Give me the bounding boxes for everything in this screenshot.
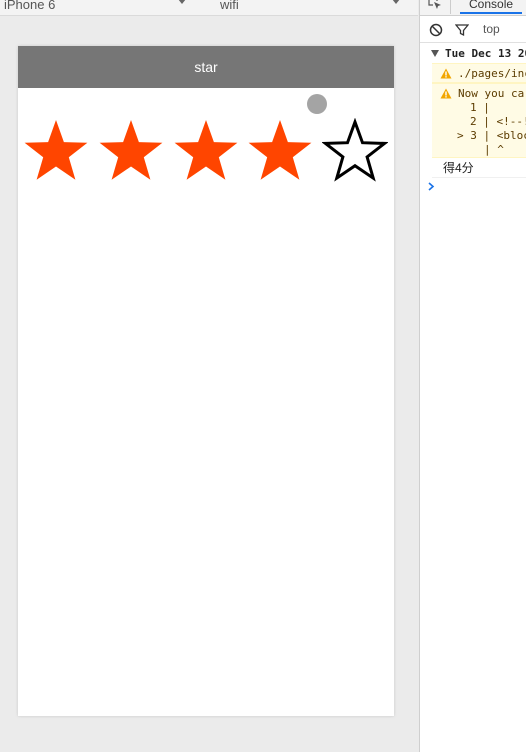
warning-message: Now you ca — [458, 87, 525, 100]
code-frame-line: > 3 | <bloc — [457, 129, 526, 142]
tabbar-divider — [450, 0, 451, 14]
console-filterbar: top — [420, 17, 526, 43]
chevron-down-icon — [178, 0, 186, 4]
simulator-toolbar: iPhone 6 wifi — [0, 0, 418, 16]
warning-message: ./pages/inc — [458, 67, 526, 80]
touch-cursor — [307, 94, 327, 114]
console-warning[interactable]: ./pages/inc — [432, 63, 526, 83]
code-frame-line: 2 | <!--! — [470, 115, 526, 128]
group-header-text: Tue Dec 13 20 — [445, 47, 526, 60]
inspect-icon[interactable] — [428, 0, 442, 10]
page-title: star — [194, 59, 218, 75]
console-group-header[interactable]: Tue Dec 13 20 — [420, 45, 526, 63]
code-frame-line: | ^ — [484, 143, 504, 156]
expand-triangle-icon — [431, 50, 439, 57]
filter-icon[interactable] — [455, 23, 469, 37]
tab-console[interactable]: Console — [460, 0, 523, 14]
network-select-value: wifi — [220, 0, 239, 12]
network-select[interactable]: wifi — [220, 0, 410, 15]
device-select[interactable]: iPhone 6 — [4, 0, 194, 15]
console-warning[interactable]: Now you ca 1 | 2 | <!--! > 3 | <bloc | ^ — [432, 83, 526, 158]
star-filled-icon[interactable] — [173, 118, 239, 184]
warning-icon — [440, 68, 452, 79]
star-filled-icon[interactable] — [23, 118, 89, 184]
star-empty-icon[interactable] — [322, 118, 388, 184]
prompt-chevron-icon[interactable] — [427, 178, 437, 194]
star-filled-icon[interactable] — [98, 118, 164, 184]
chevron-down-icon — [392, 0, 400, 4]
phone-screen: star — [18, 46, 394, 716]
device-select-value: iPhone 6 — [4, 0, 56, 12]
clear-console-icon[interactable] — [429, 23, 443, 37]
navigation-bar: star — [18, 46, 394, 88]
context-selector[interactable]: top — [483, 22, 500, 36]
code-frame-line: 1 | — [470, 101, 490, 114]
devtools-tabbar: Console — [420, 0, 526, 16]
star-rating — [18, 118, 394, 184]
warning-icon — [440, 88, 452, 99]
star-filled-icon[interactable] — [247, 118, 313, 184]
console-log-message[interactable]: 得4分 — [432, 158, 526, 178]
